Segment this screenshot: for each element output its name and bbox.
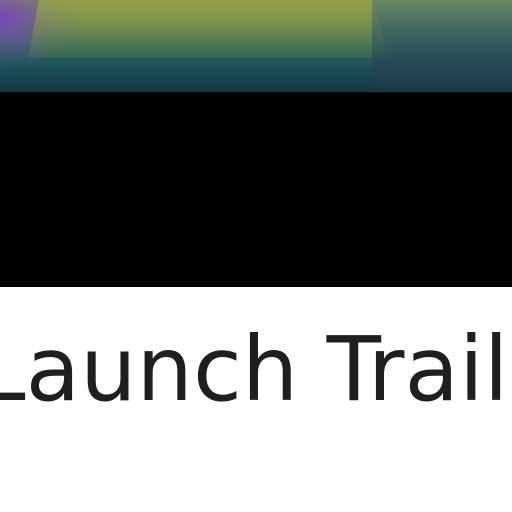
video-card[interactable]: Launch Trailer: [0, 0, 512, 512]
video-thumbnail[interactable]: [0, 0, 512, 92]
video-title[interactable]: Launch Trailer: [0, 325, 512, 414]
video-player-letterbox: [0, 92, 512, 287]
